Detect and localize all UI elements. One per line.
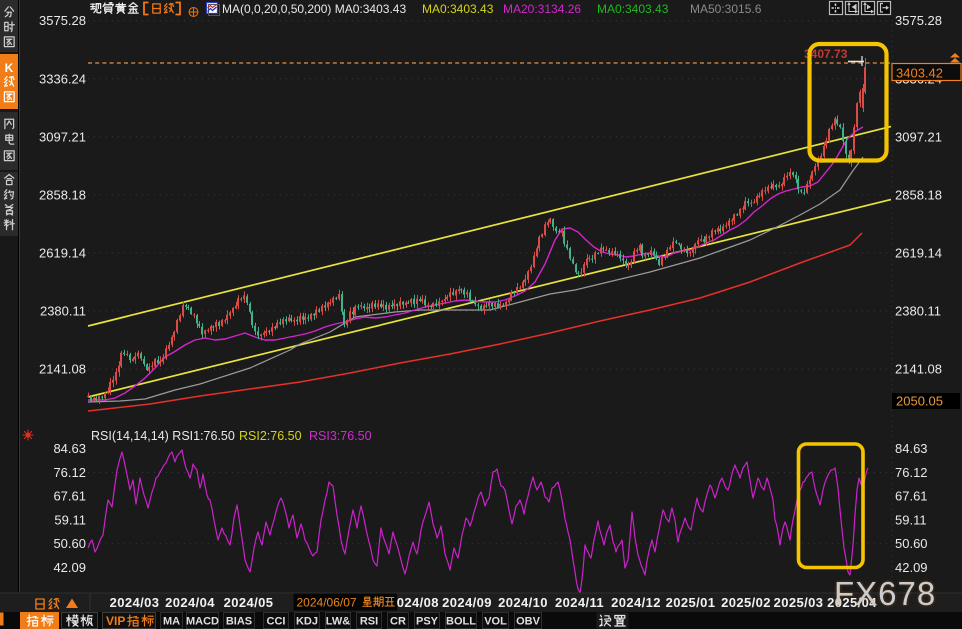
svg-text:67.61: 67.61	[895, 489, 928, 504]
svg-text:3097.21: 3097.21	[39, 129, 86, 144]
svg-text:3336.24: 3336.24	[39, 71, 86, 86]
svg-text:KDJ: KDJ	[296, 616, 318, 628]
svg-text:2025/02: 2025/02	[721, 595, 771, 610]
svg-text:RSI3:76.50: RSI3:76.50	[309, 429, 372, 443]
svg-text:2619.14: 2619.14	[39, 245, 86, 260]
svg-text:59.11: 59.11	[895, 513, 927, 528]
svg-text:K: K	[5, 61, 14, 75]
svg-text:84.63: 84.63	[895, 441, 928, 456]
svg-text:2024/04: 2024/04	[165, 595, 215, 610]
svg-text:67.61: 67.61	[53, 489, 86, 504]
svg-text:50.60: 50.60	[53, 536, 86, 551]
svg-text:MA20:3134.26: MA20:3134.26	[503, 2, 581, 16]
svg-text:2024/03: 2024/03	[110, 595, 160, 610]
svg-text:PSY: PSY	[416, 616, 439, 628]
svg-text:BIAS: BIAS	[226, 616, 252, 628]
svg-text:2024/05: 2024/05	[224, 595, 274, 610]
svg-text:3403.42: 3403.42	[896, 66, 943, 81]
svg-text:3575.28: 3575.28	[39, 13, 86, 28]
svg-text:3097.21: 3097.21	[895, 129, 942, 144]
svg-text:84.63: 84.63	[53, 441, 86, 456]
svg-text:RSI2:76.50: RSI2:76.50	[239, 429, 302, 443]
svg-text:MA: MA	[163, 616, 180, 628]
svg-text:42.09: 42.09	[53, 560, 86, 575]
svg-text:MA0:3403.43: MA0:3403.43	[422, 2, 494, 16]
svg-text:MA0:3403.43: MA0:3403.43	[597, 2, 669, 16]
svg-text:2050.05: 2050.05	[896, 394, 943, 409]
svg-text:MA(0,0,20,0,50,200) MA0:3403.4: MA(0,0,20,0,50,200) MA0:3403.43	[222, 2, 406, 16]
svg-text:FX678: FX678	[834, 575, 936, 612]
svg-text:2858.18: 2858.18	[895, 187, 942, 202]
svg-text:BOLL: BOLL	[446, 616, 476, 628]
svg-text:2025/03: 2025/03	[774, 595, 824, 610]
svg-text:50.60: 50.60	[895, 536, 928, 551]
svg-text:3575.28: 3575.28	[895, 13, 942, 28]
svg-text:MACD: MACD	[186, 616, 219, 628]
svg-text:RSI(14,14,14) RSI1:76.50: RSI(14,14,14) RSI1:76.50	[91, 429, 235, 443]
svg-text:59.11: 59.11	[54, 513, 86, 528]
svg-text:LW&: LW&	[326, 616, 350, 628]
svg-text:VOL: VOL	[484, 616, 507, 628]
svg-text:2141.08: 2141.08	[39, 362, 86, 377]
svg-text:VIP: VIP	[106, 614, 125, 628]
svg-text:2024/09: 2024/09	[442, 595, 492, 610]
svg-text:2025/01: 2025/01	[666, 595, 716, 610]
svg-text:2024/12: 2024/12	[611, 595, 661, 610]
svg-text:2858.18: 2858.18	[39, 187, 86, 202]
svg-text:2024/06/07: 2024/06/07	[297, 596, 357, 610]
svg-text:42.09: 42.09	[895, 560, 928, 575]
svg-text:MA50:3015.6: MA50:3015.6	[690, 2, 762, 16]
svg-text:CR: CR	[390, 616, 406, 628]
svg-text:CCI: CCI	[267, 616, 286, 628]
svg-text:RSI: RSI	[360, 616, 378, 628]
svg-text:OBV: OBV	[516, 616, 541, 628]
svg-text:2619.14: 2619.14	[895, 245, 942, 260]
svg-text:2380.11: 2380.11	[40, 303, 86, 318]
svg-text:76.12: 76.12	[53, 465, 86, 480]
svg-text:2141.08: 2141.08	[895, 362, 942, 377]
svg-text:2380.11: 2380.11	[895, 303, 941, 318]
svg-text:2024/10: 2024/10	[498, 595, 548, 610]
svg-text:76.12: 76.12	[895, 465, 928, 480]
svg-text:2024/11: 2024/11	[555, 595, 604, 610]
